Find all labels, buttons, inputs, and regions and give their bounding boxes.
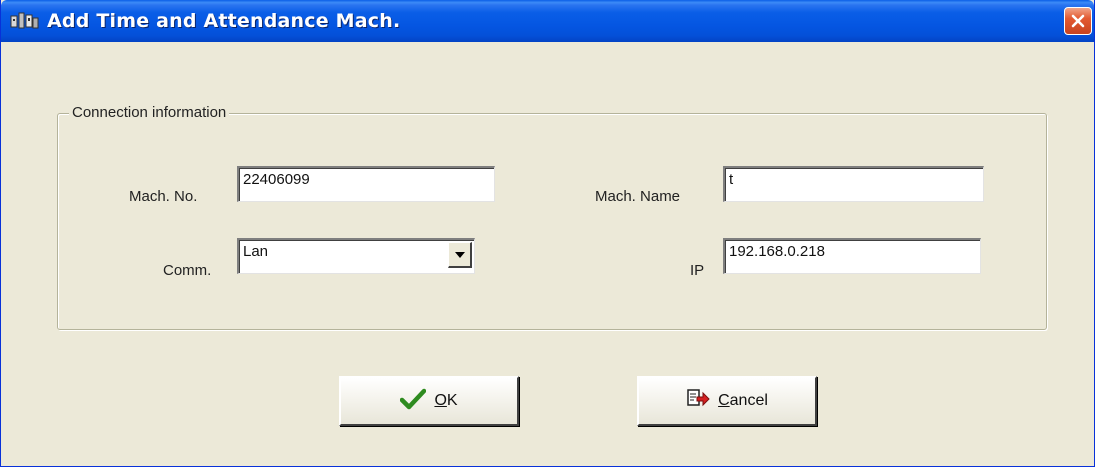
comm-selected-value: Lan (243, 243, 269, 260)
cancel-label: Cancel (718, 392, 768, 409)
mach-no-label: Mach. No. (129, 188, 198, 205)
dialog-window: Add Time and Attendance Mach. Connection… (0, 0, 1095, 467)
ip-input[interactable]: 192.168.0.218 (723, 238, 981, 274)
mach-name-label: Mach. Name (595, 188, 681, 205)
checkmark-icon (400, 388, 427, 415)
mach-name-input[interactable]: t (723, 166, 984, 202)
ok-button[interactable]: OK (339, 376, 519, 426)
window-title: Add Time and Attendance Mach. (47, 10, 401, 32)
ok-label: OK (434, 392, 458, 409)
connection-legend: Connection information (69, 104, 230, 122)
title-bar[interactable]: Add Time and Attendance Mach. (1, 0, 1094, 42)
cancel-arrow-icon (686, 388, 710, 415)
comm-label: Comm. (163, 262, 212, 279)
cancel-button[interactable]: Cancel (637, 376, 817, 426)
mach-no-input[interactable]: 22406099 (237, 166, 495, 202)
connection-groupbox (57, 113, 1047, 330)
close-button[interactable] (1064, 7, 1092, 35)
comm-select[interactable]: Lan (237, 238, 475, 274)
combo-dropdown-button[interactable] (448, 242, 472, 268)
ip-label: IP (690, 262, 705, 279)
attendance-machine-icon (10, 11, 40, 31)
